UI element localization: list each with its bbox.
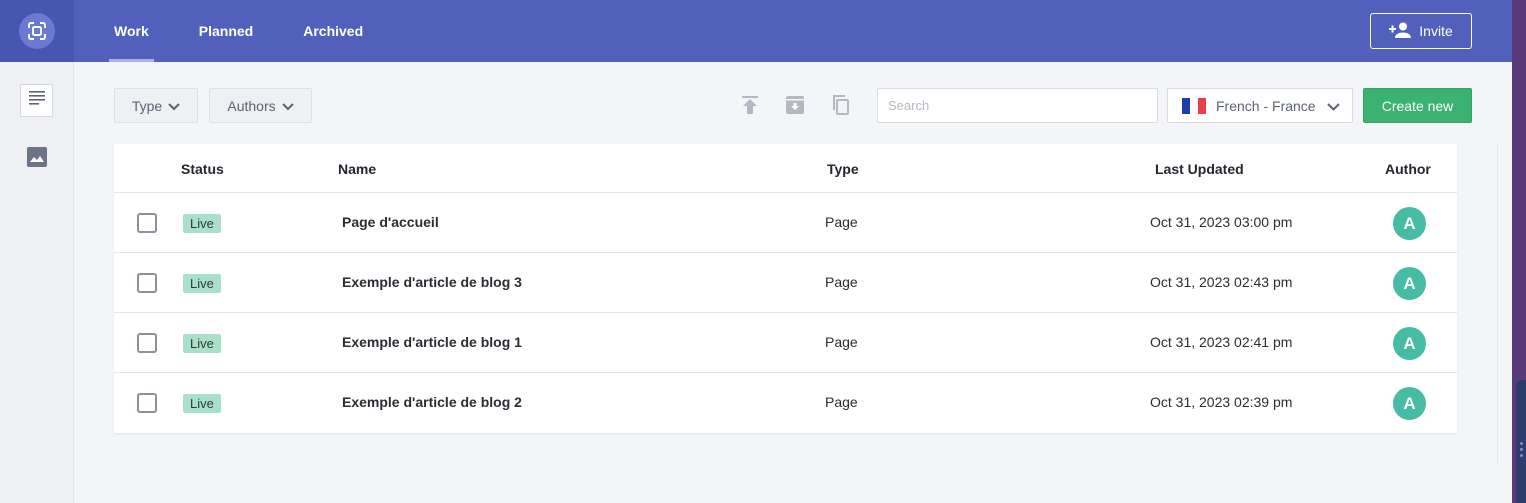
table-row[interactable]: Live Exemple d'article de blog 2 Page Oc… [114,373,1457,433]
table-row[interactable]: Live Exemple d'article de blog 1 Page Oc… [114,313,1457,373]
status-badge: Live [183,334,221,353]
tab-planned[interactable]: Planned [194,0,258,62]
status-badge: Live [183,274,221,293]
side-panel-edge [1497,144,1512,464]
row-name[interactable]: Exemple d'article de blog 3 [342,274,522,290]
invite-button[interactable]: Invite [1370,13,1472,49]
chevron-down-icon [1327,99,1340,115]
row-name[interactable]: Exemple d'article de blog 2 [342,394,522,410]
document-lines-icon [29,91,45,110]
create-new-button[interactable]: Create new [1363,88,1472,123]
type-filter-dropdown[interactable]: Type [114,88,198,123]
row-type: Page [825,334,858,350]
author-avatar: A [1393,207,1426,240]
locale-dropdown[interactable]: French - France [1167,88,1353,123]
locale-label: French - France [1216,98,1316,114]
table-header: Status Name Type Last Updated Author [114,144,1457,193]
column-header-author[interactable]: Author [1385,161,1431,177]
row-checkbox[interactable] [137,213,157,233]
column-header-status[interactable]: Status [181,161,224,177]
logo-cell [0,0,74,62]
row-name[interactable]: Page d'accueil [342,214,439,230]
image-icon [27,147,47,172]
sidebar-item-media[interactable] [20,143,53,176]
duplicate-icon[interactable] [828,93,852,117]
app-logo-icon[interactable] [19,13,55,49]
type-filter-label: Type [132,98,162,114]
publish-icon[interactable] [738,93,762,117]
status-badge: Live [183,394,221,413]
column-header-last-updated[interactable]: Last Updated [1155,161,1244,177]
status-badge: Live [183,214,221,233]
row-name[interactable]: Exemple d'article de blog 1 [342,334,522,350]
row-checkbox[interactable] [137,393,157,413]
row-type: Page [825,274,858,290]
chevron-down-icon [282,98,294,114]
drag-handle-icon[interactable] [1520,442,1523,460]
main-tabs: Work Planned Archived [114,0,413,62]
search-input[interactable] [877,88,1158,123]
column-header-type[interactable]: Type [827,161,859,177]
content-table: Status Name Type Last Updated Author Liv… [114,144,1457,433]
author-avatar: A [1393,327,1426,360]
row-last-updated: Oct 31, 2023 02:41 pm [1150,334,1292,350]
author-avatar: A [1393,387,1426,420]
row-checkbox[interactable] [137,333,157,353]
person-add-icon [1389,22,1411,41]
row-type: Page [825,394,858,410]
france-flag-icon [1182,98,1206,114]
archive-icon[interactable] [783,93,807,117]
row-last-updated: Oct 31, 2023 02:43 pm [1150,274,1292,290]
row-type: Page [825,214,858,230]
row-last-updated: Oct 31, 2023 03:00 pm [1150,214,1292,230]
top-navigation-bar: Work Planned Archived Invite [0,0,1512,62]
authors-filter-dropdown[interactable]: Authors [209,88,312,123]
sidebar [0,62,74,503]
table-row[interactable]: Live Page d'accueil Page Oct 31, 2023 03… [114,193,1457,253]
author-avatar: A [1393,267,1426,300]
column-header-name[interactable]: Name [338,161,376,177]
sidebar-item-documents[interactable] [20,84,53,117]
invite-label: Invite [1419,23,1452,39]
authors-filter-label: Authors [227,98,275,114]
row-checkbox[interactable] [137,273,157,293]
tab-work[interactable]: Work [109,0,154,62]
row-last-updated: Oct 31, 2023 02:39 pm [1150,394,1292,410]
tab-archived[interactable]: Archived [298,0,368,62]
table-row[interactable]: Live Exemple d'article de blog 3 Page Oc… [114,253,1457,313]
chevron-down-icon [168,98,180,114]
